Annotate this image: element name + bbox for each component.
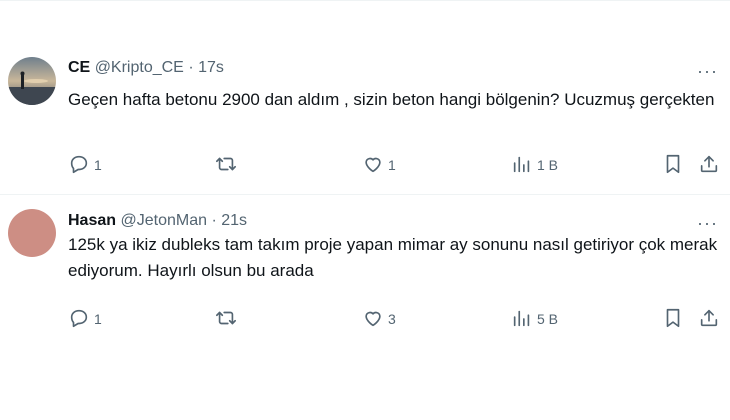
bookmark-icon	[662, 153, 684, 178]
avatar[interactable]	[8, 209, 56, 257]
timestamp[interactable]: 21s	[221, 212, 247, 229]
tweet[interactable]: CE @Kripto_CE · 17s ··· Geçen hafta beto…	[0, 0, 730, 194]
share-icon	[698, 307, 720, 332]
views-icon	[511, 153, 533, 178]
reply-count: 1	[94, 311, 102, 327]
views-count: 1 B	[537, 157, 559, 173]
more-icon[interactable]: ···	[697, 62, 718, 80]
like-icon	[362, 153, 384, 178]
views-button[interactable]: 1 B	[511, 153, 558, 177]
share-button[interactable]	[698, 153, 720, 177]
separator: ·	[188, 59, 194, 76]
bookmark-button[interactable]	[662, 153, 684, 177]
tweet-text: 125k ya ikiz dubleks tam takım proje yap…	[68, 235, 718, 280]
retweet-icon	[215, 307, 237, 332]
action-bar: 1 3 5 B	[68, 307, 720, 331]
more-icon[interactable]: ···	[697, 214, 718, 232]
reply-button[interactable]: 1	[68, 307, 102, 331]
like-count: 3	[388, 311, 396, 327]
like-button[interactable]: 3	[362, 307, 396, 331]
views-icon	[511, 307, 533, 332]
bookmark-button[interactable]	[662, 307, 684, 331]
tweet-header: CE @Kripto_CE · 17s	[68, 58, 224, 78]
share-button[interactable]	[698, 307, 720, 331]
tweet-text: Geçen hafta betonu 2900 dan aldım , sizi…	[68, 90, 715, 109]
views-count: 5 B	[537, 311, 559, 327]
avatar[interactable]	[8, 57, 56, 105]
retweet-button[interactable]	[215, 307, 241, 331]
retweet-icon	[215, 153, 237, 178]
reply-count: 1	[94, 157, 102, 173]
retweet-button[interactable]	[215, 153, 241, 177]
timestamp[interactable]: 17s	[198, 59, 224, 76]
user-handle[interactable]: @JetonMan	[120, 212, 207, 229]
separator: ·	[211, 212, 217, 229]
tweet-feed: CE @Kripto_CE · 17s ··· Geçen hafta beto…	[0, 0, 730, 420]
reply-icon	[68, 153, 90, 178]
share-icon	[698, 153, 720, 178]
tweet-header: Hasan @JetonMan · 21s	[68, 211, 247, 231]
like-count: 1	[388, 157, 396, 173]
bookmark-icon	[662, 307, 684, 332]
display-name[interactable]: CE	[68, 59, 90, 76]
reply-icon	[68, 307, 90, 332]
like-icon	[362, 307, 384, 332]
display-name[interactable]: Hasan	[68, 212, 116, 229]
reply-button[interactable]: 1	[68, 153, 102, 177]
like-button[interactable]: 1	[362, 153, 396, 177]
user-handle[interactable]: @Kripto_CE	[95, 59, 184, 76]
action-bar: 1 1 1 B	[68, 153, 720, 177]
tweet[interactable]: Hasan @JetonMan · 21s ··· 125k ya ikiz d…	[0, 194, 730, 350]
views-button[interactable]: 5 B	[511, 307, 558, 331]
